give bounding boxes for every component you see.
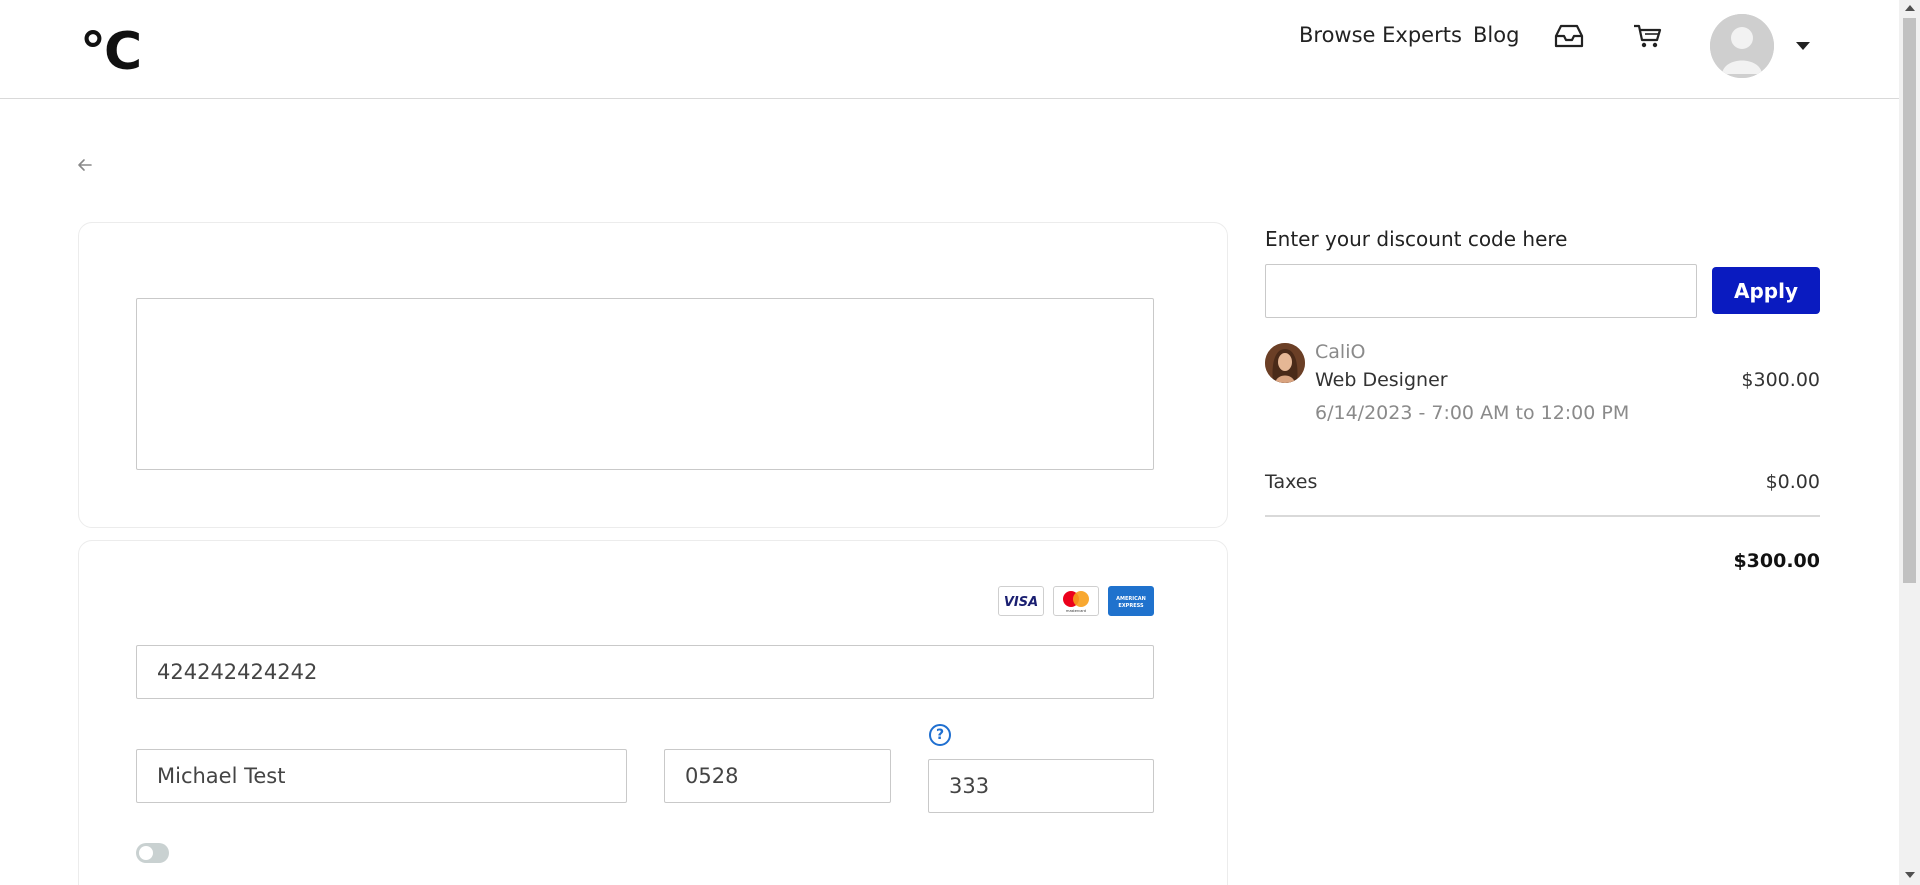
arrow-left-icon[interactable]	[76, 156, 94, 174]
expert-role: Web Designer	[1315, 369, 1448, 391]
help-icon[interactable]: ?	[929, 724, 951, 746]
taxes-label: Taxes	[1265, 471, 1318, 493]
mastercard-icon: mastercard	[1053, 586, 1099, 616]
expiry-input[interactable]	[664, 749, 891, 803]
scroll-down-arrow[interactable]	[1905, 872, 1915, 878]
scroll-up-arrow[interactable]	[1905, 5, 1915, 11]
nav-browse-experts[interactable]: Browse Experts	[1299, 22, 1462, 48]
taxes-value: $0.00	[1765, 471, 1820, 493]
discount-label: Enter your discount code here	[1265, 227, 1568, 251]
expert-price: $300.00	[1741, 369, 1820, 391]
card-number-input[interactable]	[136, 645, 1154, 699]
total-value: $300.00	[1733, 550, 1820, 572]
expert-name: CaliO	[1315, 341, 1366, 363]
notes-textarea[interactable]	[136, 298, 1154, 470]
avatar[interactable]	[1710, 14, 1774, 78]
svg-text:EXPRESS: EXPRESS	[1118, 603, 1144, 609]
chevron-down-icon[interactable]	[1796, 42, 1810, 50]
visa-icon: VISA	[998, 586, 1044, 616]
amex-icon: AMERICAN EXPRESS	[1108, 586, 1154, 616]
svg-text:AMERICAN: AMERICAN	[1116, 596, 1146, 602]
payment-card: VISA mastercard AMERICAN EXPRESS ?	[78, 540, 1228, 885]
booking-time: 6/14/2023 - 7:00 AM to 12:00 PM	[1315, 402, 1630, 424]
card-brand-logos: VISA mastercard AMERICAN EXPRESS	[998, 586, 1154, 616]
discount-code-input[interactable]	[1265, 264, 1697, 318]
summary-divider	[1265, 515, 1820, 517]
cart-icon[interactable]	[1631, 22, 1665, 50]
inbox-icon[interactable]	[1552, 22, 1586, 50]
nav-blog[interactable]: Blog	[1473, 22, 1519, 48]
svg-text:VISA: VISA	[1004, 595, 1038, 610]
svg-text:mastercard: mastercard	[1066, 609, 1086, 613]
expert-avatar	[1265, 343, 1305, 383]
logo[interactable]: °C	[80, 22, 142, 82]
scroll-thumb[interactable]	[1903, 18, 1916, 583]
save-card-toggle[interactable]	[136, 843, 169, 863]
cvc-input[interactable]	[928, 759, 1154, 813]
cardholder-name-input[interactable]	[136, 749, 627, 803]
page-scrollbar[interactable]	[1899, 0, 1920, 885]
toggle-knob	[139, 846, 153, 860]
apply-button[interactable]: Apply	[1712, 267, 1820, 314]
top-navbar: °C Browse Experts Blog	[0, 0, 1899, 99]
notes-card	[78, 222, 1228, 528]
